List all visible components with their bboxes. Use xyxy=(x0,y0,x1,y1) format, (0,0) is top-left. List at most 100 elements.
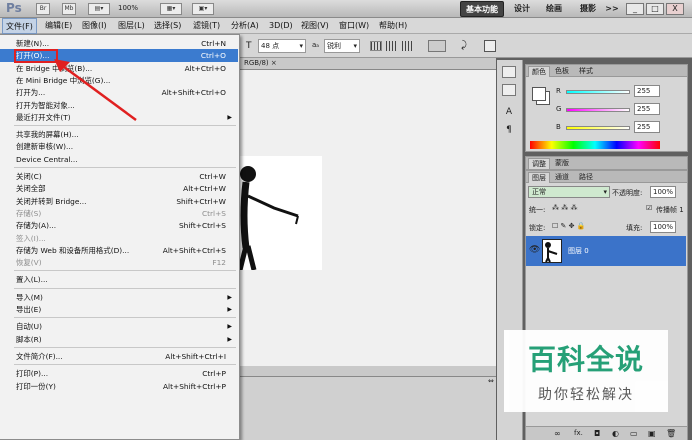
color-spectrum-bar[interactable] xyxy=(530,141,660,149)
file-menu-item-label: 导入(M) xyxy=(16,292,43,302)
unify-icons[interactable]: ⁂ ⁂ ⁂ xyxy=(552,204,577,212)
channel-r-slider[interactable] xyxy=(566,90,630,94)
file-menu-item[interactable]: 脚本(R) ▶ xyxy=(0,333,238,346)
file-menu-item[interactable]: Device Central... xyxy=(0,153,238,166)
paragraph-icon[interactable]: ¶ xyxy=(502,124,516,136)
visibility-eye-icon[interactable]: 👁 xyxy=(529,245,540,255)
file-menu-item[interactable]: 共享我的屏幕(H)... xyxy=(0,128,238,141)
add-mask-icon[interactable]: ◘ xyxy=(594,429,600,438)
mini-bridge-button[interactable]: Mb xyxy=(62,3,76,15)
fill-input[interactable]: 100% xyxy=(650,221,676,233)
menu-window[interactable]: 窗口(W) xyxy=(336,18,372,34)
tab-channels[interactable]: 通道 xyxy=(552,172,572,183)
lock-icons[interactable]: ☐ ✎ ✥ 🔒 xyxy=(552,222,585,230)
zoom-level[interactable]: 100% xyxy=(118,4,138,12)
workspace-basic[interactable]: 基本功能 xyxy=(460,1,504,17)
menu-help[interactable]: 帮助(H) xyxy=(376,18,410,34)
delete-layer-icon[interactable]: 🗑 xyxy=(666,429,676,438)
channel-g-slider[interactable] xyxy=(566,108,630,112)
text-orientation-icon[interactable]: T xyxy=(246,40,256,52)
adjustment-layer-icon[interactable]: ◐ xyxy=(612,429,619,438)
font-size-select[interactable]: 48 点 ▾ xyxy=(258,39,306,53)
actions-icon[interactable] xyxy=(502,84,516,96)
blend-mode-select[interactable]: 正常 ▾ xyxy=(528,186,610,198)
maximize-button[interactable]: □ xyxy=(646,3,664,15)
file-menu-item-shortcut: Alt+Shift+Ctrl+O xyxy=(161,88,226,98)
menu-edit[interactable]: 编辑(E) xyxy=(42,18,75,34)
menu-separator xyxy=(14,270,236,272)
link-layers-icon[interactable]: ∞ xyxy=(554,429,561,438)
file-menu-item[interactable]: 置入(L)... xyxy=(0,273,238,286)
arrange-documents-button[interactable]: ▦▾ xyxy=(160,3,182,15)
close-button[interactable]: X xyxy=(666,3,684,15)
channel-b-input[interactable]: 255 xyxy=(634,121,660,133)
file-menu-item[interactable]: 存储为(A)... Shift+Ctrl+S xyxy=(0,219,238,232)
channel-b-slider[interactable] xyxy=(566,126,630,130)
character-icon[interactable]: A xyxy=(502,106,516,118)
new-layer-icon[interactable]: ▣ xyxy=(648,429,656,438)
workspace-more[interactable]: >> xyxy=(604,1,620,17)
file-menu-item-shortcut: Alt+Shift+Ctrl+I xyxy=(165,351,226,361)
horizontal-scrollbar[interactable] xyxy=(240,366,496,376)
screen-mode-button[interactable]: ▣▾ xyxy=(192,3,214,15)
menu-analysis[interactable]: 分析(A) xyxy=(228,18,262,34)
menu-layer[interactable]: 图层(L) xyxy=(115,18,148,34)
workspace-photography[interactable]: 摄影 xyxy=(574,1,602,17)
tab-adjustments[interactable]: 调整 xyxy=(528,158,550,169)
menu-view[interactable]: 视图(V) xyxy=(298,18,332,34)
character-panel-icon[interactable] xyxy=(484,40,496,52)
file-menu-item[interactable]: 打印一份(Y) Alt+Shift+Ctrl+P xyxy=(0,380,238,393)
anti-alias-select[interactable]: 锐利 ▾ xyxy=(324,39,360,53)
foreground-color-swatch[interactable] xyxy=(532,87,546,101)
file-menu-item-label: 关闭(C) xyxy=(16,172,42,181)
propagate-checkbox[interactable]: ☑ xyxy=(646,204,652,212)
file-menu-item-label: 导出(E) xyxy=(16,305,42,314)
menu-select[interactable]: 选择(S) xyxy=(151,18,184,34)
document-tab[interactable]: RGB/8) × xyxy=(240,58,496,70)
file-menu-item-label: 存储(S) xyxy=(16,208,42,218)
align-right-icon[interactable] xyxy=(402,41,414,51)
file-menu-item[interactable]: 创建新审核(W)... xyxy=(0,140,238,153)
file-menu-item: 签入(I)... xyxy=(0,232,238,245)
layer-thumbnail-figure-icon xyxy=(545,242,558,263)
file-menu-item-label: 打开为... xyxy=(16,88,46,98)
channel-r-input[interactable]: 255 xyxy=(634,85,660,97)
menu-file[interactable]: 文件(F) xyxy=(2,18,37,34)
tab-color[interactable]: 颜色 xyxy=(528,66,550,77)
workspace-design[interactable]: 设计 xyxy=(508,1,536,17)
tab-layers[interactable]: 图层 xyxy=(528,172,550,183)
file-menu-item[interactable]: 导出(E) ▶ xyxy=(0,303,238,316)
menu-filter[interactable]: 滤镜(T) xyxy=(190,18,223,34)
workspace-painting[interactable]: 绘画 xyxy=(540,1,568,17)
tab-paths[interactable]: 路径 xyxy=(576,172,596,183)
file-menu-item-label: 置入(L)... xyxy=(16,275,48,285)
menu-image[interactable]: 图像(I) xyxy=(79,18,110,34)
file-menu-item[interactable]: 自动(U) ▶ xyxy=(0,320,238,333)
minimize-button[interactable]: _ xyxy=(626,3,644,15)
text-color-swatch[interactable] xyxy=(428,40,446,52)
file-menu-item[interactable]: 打印(P)... Ctrl+P xyxy=(0,367,238,380)
layer-style-icon[interactable]: fx. xyxy=(574,429,583,437)
channel-g-input[interactable]: 255 xyxy=(634,103,660,115)
tab-masks[interactable]: 蒙版 xyxy=(552,158,572,169)
new-group-icon[interactable]: ▭ xyxy=(630,429,638,438)
file-menu-item[interactable]: 关闭全部 Alt+Ctrl+W xyxy=(0,182,238,195)
file-menu-item-label: 恢复(V) xyxy=(16,258,42,268)
history-icon[interactable] xyxy=(502,66,516,78)
warp-text-icon[interactable]: ⤸ xyxy=(458,39,470,53)
file-menu-item[interactable]: 文件简介(F)... Alt+Shift+Ctrl+I xyxy=(0,350,238,363)
panel-resize-icon[interactable]: ⇔ xyxy=(488,377,496,385)
bridge-button[interactable]: Br xyxy=(36,3,50,15)
opacity-input[interactable]: 100% xyxy=(650,186,676,198)
file-menu-item[interactable]: 存储为 Web 和设备所用格式(D)... Alt+Shift+Ctrl+S xyxy=(0,244,238,257)
tab-styles[interactable]: 样式 xyxy=(576,66,596,77)
view-extras-button[interactable]: ▤▾ xyxy=(88,3,110,15)
tab-swatches[interactable]: 色板 xyxy=(552,66,572,77)
layer-row[interactable]: 👁 图层 0 xyxy=(526,236,686,266)
menu-3d[interactable]: 3D(D) xyxy=(266,18,296,34)
align-left-icon[interactable] xyxy=(370,41,382,51)
align-center-icon[interactable] xyxy=(386,41,398,51)
file-menu-item[interactable]: 关闭并转到 Bridge... Shift+Ctrl+W xyxy=(0,195,238,208)
file-menu-item[interactable]: 关闭(C) Ctrl+W xyxy=(0,170,238,183)
file-menu-item[interactable]: 导入(M) ▶ xyxy=(0,291,238,304)
